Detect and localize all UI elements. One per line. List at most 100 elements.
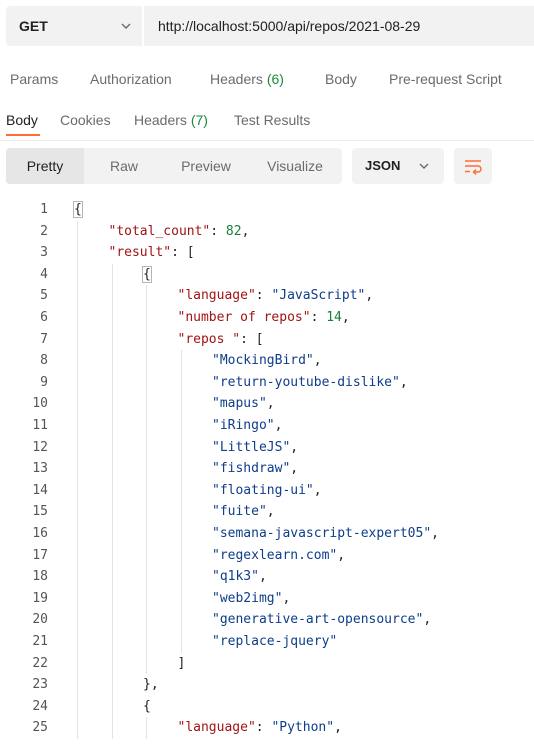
code-line: 7 "repos ": [ <box>0 328 534 351</box>
tab-label: Headers <box>210 71 263 87</box>
indent-guide <box>77 631 78 653</box>
code-line: 25 "language": "Python", <box>0 717 534 739</box>
code-text: "generative-art-opensource", <box>212 612 432 628</box>
indent-guide <box>77 566 78 588</box>
indent-guide <box>180 523 182 545</box>
indent-guide <box>77 695 78 718</box>
line-number: 1 <box>40 202 48 217</box>
code-line: 10 "mapus", <box>0 393 534 415</box>
tab-authorization[interactable]: Authorization <box>90 71 172 87</box>
code-text: "result": [ <box>108 245 195 261</box>
indent-guide <box>111 695 113 718</box>
code-text: "language": "Python", <box>177 720 342 736</box>
indent-guide <box>77 371 78 394</box>
line-number: 18 <box>32 569 48 585</box>
indent-guide <box>77 587 78 610</box>
indent-guide <box>146 717 147 739</box>
method-select[interactable]: GET <box>6 6 142 46</box>
response-tab-body[interactable]: Body <box>6 112 38 128</box>
tab-headers[interactable]: Headers (6) <box>210 71 284 87</box>
indent-guide <box>111 674 113 696</box>
indent-guide <box>111 717 113 739</box>
tab-body[interactable]: Body <box>325 71 357 87</box>
indent-guide <box>77 415 78 437</box>
indent-guide <box>146 393 147 415</box>
code-line: 24 { <box>0 695 534 718</box>
view-preview-button[interactable]: Preview <box>164 148 248 184</box>
code-line: 3 "result": [ <box>0 242 534 264</box>
url-input[interactable]: http://localhost:5000/api/repos/2021-08-… <box>144 6 534 46</box>
tab-params[interactable]: Params <box>10 71 58 87</box>
indent-guide <box>77 523 78 545</box>
code-line: 16 "semana-javascript-expert05", <box>0 523 534 545</box>
indent-guide <box>111 544 113 567</box>
indent-guide <box>111 566 113 588</box>
code-text: { <box>73 201 83 218</box>
code-text: "fishdraw", <box>212 461 299 477</box>
indent-guide <box>180 371 182 394</box>
format-select[interactable]: JSON <box>352 148 444 184</box>
code-line: 20 "generative-art-opensource", <box>0 609 534 631</box>
indent-guide <box>111 371 113 394</box>
indent-guide <box>146 479 147 502</box>
indent-guide <box>111 285 113 307</box>
response-tab-test-results[interactable]: Test Results <box>234 112 310 128</box>
indent-guide <box>77 285 78 307</box>
indent-guide <box>77 350 78 372</box>
line-number: 6 <box>40 310 48 325</box>
indent-guide <box>111 393 113 415</box>
line-number: 8 <box>40 353 48 369</box>
line-number: 3 <box>40 245 48 261</box>
chevron-down-icon <box>121 23 131 29</box>
indent-guide <box>146 609 147 631</box>
response-tabs: Body Cookies Headers (7) Test Results <box>0 104 534 141</box>
tab-pre-request-script[interactable]: Pre-request Script <box>389 71 502 87</box>
code-line: 23}, <box>0 674 534 696</box>
line-number: 9 <box>40 374 48 390</box>
indent-guide <box>111 458 113 480</box>
code-line: 9 "return-youtube-dislike", <box>0 371 534 394</box>
tab-label: Headers <box>134 112 187 128</box>
tab-label: Pre-request Script <box>389 71 502 87</box>
indent-guide <box>77 242 78 264</box>
response-tab-headers[interactable]: Headers (7) <box>134 112 208 128</box>
view-pretty-button[interactable]: Pretty <box>6 148 84 184</box>
code-text: "number of repos": 14, <box>177 310 350 325</box>
code-line: 11 "iRingo", <box>0 415 534 437</box>
view-raw-button[interactable]: Raw <box>84 148 164 184</box>
indent-guide <box>111 307 113 329</box>
request-url-bar: GET http://localhost:5000/api/repos/2021… <box>0 0 534 52</box>
response-tab-cookies[interactable]: Cookies <box>60 112 111 128</box>
code-text: "fuite", <box>212 504 275 520</box>
indent-guide <box>180 393 182 415</box>
tab-label: Body <box>6 112 38 128</box>
response-body-code: 1{2 "total_count": 82, 3 "result": [4{5 "lan… <box>0 198 534 744</box>
code-line: 4{ <box>0 263 534 286</box>
indent-guide <box>111 523 113 545</box>
line-number: 5 <box>40 288 48 304</box>
indent-guide <box>180 566 182 588</box>
indent-guide <box>111 652 113 675</box>
code-line: 6 "number of repos": 14, <box>0 307 534 329</box>
indent-guide <box>180 350 182 372</box>
line-number: 23 <box>32 677 48 693</box>
code-text: "repos ": [ <box>177 331 264 347</box>
indent-guide <box>146 350 147 372</box>
method-label: GET <box>19 18 48 34</box>
active-tab-indicator <box>6 134 40 136</box>
code-line: 12 "LittleJS", <box>0 436 534 459</box>
view-visualize-button[interactable]: Visualize <box>248 148 342 184</box>
code-text: "language": "JavaScript", <box>177 288 374 304</box>
wrap-lines-button[interactable] <box>454 148 492 184</box>
line-number: 20 <box>32 612 48 628</box>
indent-guide <box>146 307 147 329</box>
line-number: 4 <box>40 266 48 282</box>
view-mode-group: Pretty Raw Preview Visualize <box>6 148 342 184</box>
line-number: 24 <box>32 698 48 714</box>
indent-guide <box>180 479 182 502</box>
code-text: ] <box>177 655 186 671</box>
line-number: 13 <box>32 461 48 477</box>
line-number: 2 <box>40 223 48 239</box>
indent-guide <box>111 609 113 631</box>
indent-guide <box>77 652 78 675</box>
